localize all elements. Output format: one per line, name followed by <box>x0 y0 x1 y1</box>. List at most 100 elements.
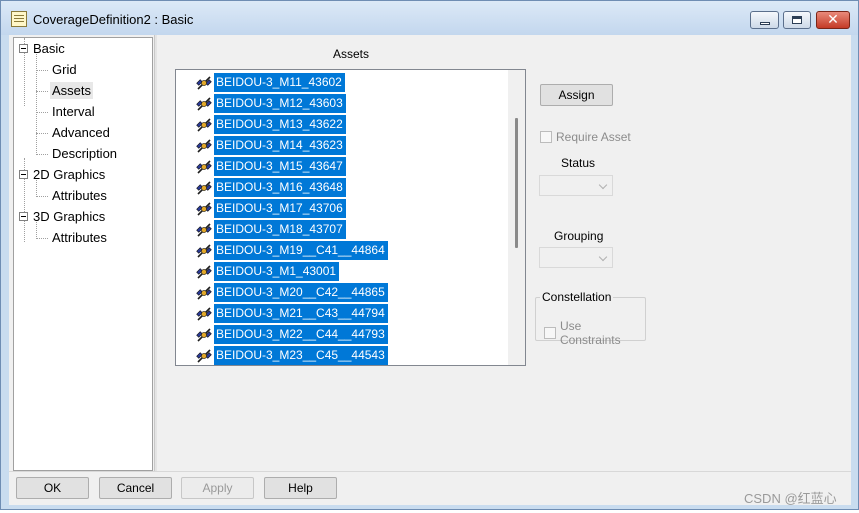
satellite-icon <box>196 159 212 175</box>
chevron-down-icon <box>598 252 608 262</box>
satellite-icon <box>196 75 212 91</box>
tree-item-interval[interactable]: Interval <box>50 103 97 120</box>
tree-item-description[interactable]: Description <box>50 145 119 162</box>
require-asset-checkbox[interactable]: Require Asset <box>540 130 631 144</box>
help-button[interactable]: Help <box>264 477 337 499</box>
title-bar[interactable]: CoverageDefinition2 : Basic ✕ <box>1 1 858 35</box>
asset-list-item-label: BEIDOU-3_M1_43001 <box>214 262 340 281</box>
use-constraints-checkbox[interactable]: Use Constraints <box>544 319 645 347</box>
property-tree: Basic Grid Assets Interval Advanced Desc… <box>13 37 153 471</box>
tree-item-3d-attributes[interactable]: Attributes <box>50 229 109 246</box>
tree-connector <box>36 238 48 239</box>
asset-list-item[interactable]: BEIDOU-3_M1_43001 <box>196 261 340 282</box>
asset-list-item[interactable]: BEIDOU-3_M11_43602 <box>196 72 345 93</box>
asset-list-item-label: BEIDOU-3_M12_43603 <box>214 94 346 113</box>
collapse-basic-icon[interactable] <box>19 44 28 53</box>
tree-connector <box>36 196 48 197</box>
window-title: CoverageDefinition2 : Basic <box>33 12 194 27</box>
asset-list-item-label: BEIDOU-3_M16_43648 <box>214 178 346 197</box>
asset-list-item[interactable]: BEIDOU-3_M18_43707 <box>196 219 346 240</box>
satellite-icon <box>196 327 212 343</box>
asset-list-item[interactable]: BEIDOU-3_M14_43623 <box>196 135 346 156</box>
tree-connector <box>36 91 48 92</box>
dialog-client-area: Basic Grid Assets Interval Advanced Desc… <box>9 35 851 505</box>
satellite-icon <box>196 96 212 112</box>
satellite-icon <box>196 222 212 238</box>
satellite-icon <box>196 201 212 217</box>
tree-connector <box>36 154 48 155</box>
tree-item-3d-graphics[interactable]: 3D Graphics <box>31 208 107 225</box>
asset-list-item-label: BEIDOU-3_M17_43706 <box>214 199 346 218</box>
constellation-group: Constellation Use Constraints <box>535 290 646 347</box>
asset-list-item[interactable]: BEIDOU-3_M17_43706 <box>196 198 346 219</box>
assets-scrollbar[interactable] <box>508 70 525 365</box>
satellite-icon <box>196 264 212 280</box>
asset-list-item[interactable]: BEIDOU-3_M16_43648 <box>196 177 346 198</box>
asset-list-item-label: BEIDOU-3_M23__C45__44543 <box>214 346 388 365</box>
close-button[interactable]: ✕ <box>816 11 850 29</box>
collapse-3d-graphics-icon[interactable] <box>19 212 28 221</box>
satellite-icon <box>196 348 212 364</box>
maximize-button[interactable] <box>783 11 811 29</box>
asset-list-item-label: BEIDOU-3_M21__C43__44794 <box>214 304 388 323</box>
tree-connector <box>36 133 48 134</box>
tree-connector <box>36 70 48 71</box>
tree-item-advanced[interactable]: Advanced <box>50 124 112 141</box>
asset-list-item[interactable]: BEIDOU-3_M21__C43__44794 <box>196 303 388 324</box>
assign-button[interactable]: Assign <box>540 84 613 106</box>
grouping-dropdown[interactable] <box>539 247 613 268</box>
asset-list-item-label: BEIDOU-3_M20__C42__44865 <box>214 283 388 302</box>
status-label: Status <box>561 156 596 170</box>
asset-list-item[interactable]: BEIDOU-3_M12_43603 <box>196 93 346 114</box>
constellation-label: Constellation <box>540 290 614 304</box>
coverage-definition-window: CoverageDefinition2 : Basic ✕ Basic Grid… <box>0 0 859 510</box>
apply-button[interactable]: Apply <box>181 477 254 499</box>
satellite-icon <box>196 117 212 133</box>
asset-list-item[interactable]: BEIDOU-3_M13_43622 <box>196 114 346 135</box>
satellite-icon <box>196 285 212 301</box>
collapse-2d-graphics-icon[interactable] <box>19 170 28 179</box>
asset-list-item-label: BEIDOU-3_M11_43602 <box>214 73 345 92</box>
cancel-button[interactable]: Cancel <box>99 477 172 499</box>
tree-connector <box>36 112 48 113</box>
asset-list-item-label: BEIDOU-3_M18_43707 <box>214 220 346 239</box>
satellite-icon <box>196 243 212 259</box>
tree-item-assets[interactable]: Assets <box>50 82 94 99</box>
splitter[interactable] <box>154 35 157 471</box>
satellite-icon <box>196 180 212 196</box>
tree-item-2d-graphics[interactable]: 2D Graphics <box>31 166 107 183</box>
require-asset-box[interactable] <box>540 131 552 143</box>
use-constraints-label: Use Constraints <box>559 319 621 347</box>
assets-caption: Assets <box>333 47 370 61</box>
minimize-icon <box>759 21 770 25</box>
tree-item-grid[interactable]: Grid <box>50 61 79 78</box>
asset-list-item[interactable]: BEIDOU-3_M19__C41__44864 <box>196 240 388 261</box>
close-icon: ✕ <box>827 12 839 28</box>
watermark: CSDN @红蓝心 <box>744 491 837 506</box>
grouping-label: Grouping <box>554 229 604 243</box>
satellite-icon <box>196 306 212 322</box>
asset-list-item[interactable]: BEIDOU-3_M22__C44__44793 <box>196 324 388 345</box>
assets-scroll-thumb[interactable] <box>515 118 518 248</box>
maximize-icon <box>792 16 802 24</box>
notepad-icon <box>11 11 27 27</box>
chevron-down-icon <box>598 180 608 190</box>
use-constraints-box[interactable] <box>544 327 556 339</box>
assets-list[interactable]: BEIDOU-3_M11_43602 BEIDOU-3_M12_43603 BEID… <box>175 69 526 366</box>
require-asset-label: Require Asset <box>556 130 631 144</box>
asset-list-item[interactable]: BEIDOU-3_M20__C42__44865 <box>196 282 388 303</box>
ok-button[interactable]: OK <box>16 477 89 499</box>
tree-item-basic[interactable]: Basic <box>31 40 67 57</box>
tree-item-2d-attributes[interactable]: Attributes <box>50 187 109 204</box>
asset-list-item[interactable]: BEIDOU-3_M15_43647 <box>196 156 346 177</box>
asset-list-item-label: BEIDOU-3_M22__C44__44793 <box>214 325 388 344</box>
minimize-button[interactable] <box>750 11 779 29</box>
asset-list-item[interactable]: BEIDOU-3_M23__C45__44543 <box>196 345 388 365</box>
satellite-icon <box>196 138 212 154</box>
status-dropdown[interactable] <box>539 175 613 196</box>
asset-list-item-label: BEIDOU-3_M15_43647 <box>214 157 346 176</box>
asset-list-item-label: BEIDOU-3_M13_43622 <box>214 115 346 134</box>
asset-list-item-label: BEIDOU-3_M19__C41__44864 <box>214 241 388 260</box>
asset-list-item-label: BEIDOU-3_M14_43623 <box>214 136 346 155</box>
tree-connector <box>24 52 25 106</box>
